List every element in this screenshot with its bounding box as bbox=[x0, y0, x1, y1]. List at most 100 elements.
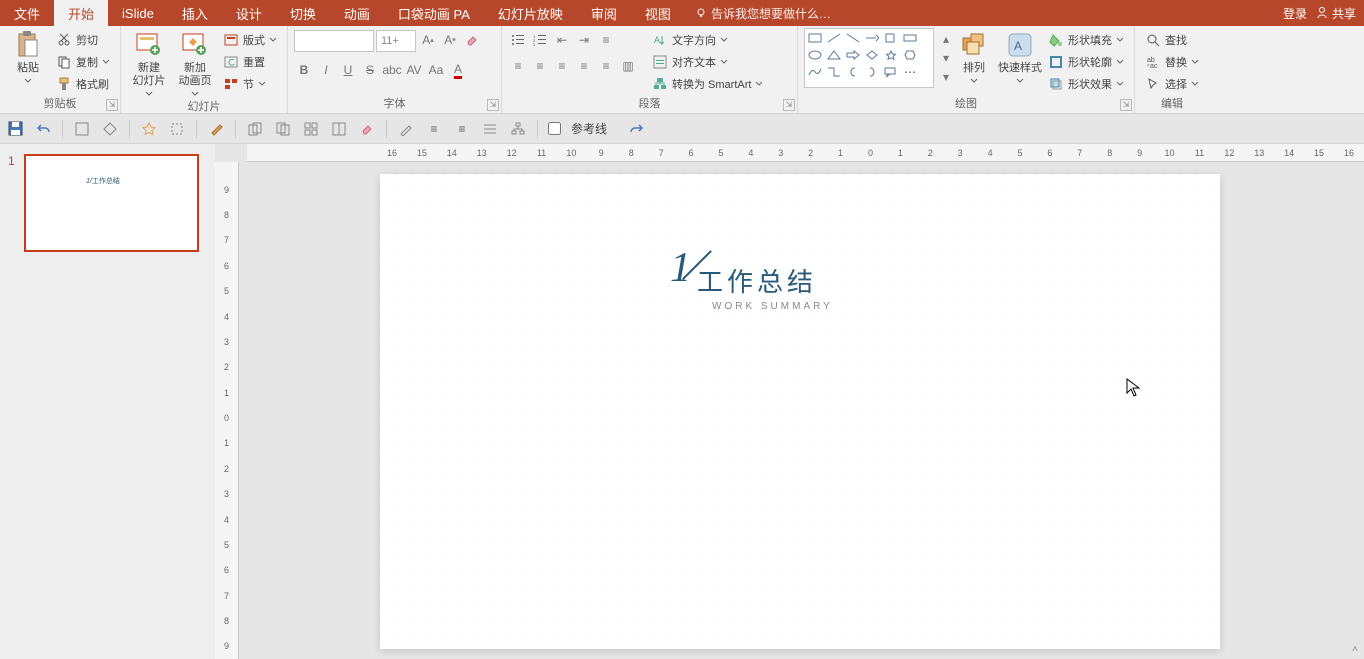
share-label: 共享 bbox=[1332, 5, 1356, 22]
qat-btn14[interactable] bbox=[509, 120, 527, 138]
format-painter-button[interactable]: 格式刷 bbox=[52, 74, 114, 94]
layout-button[interactable]: 版式 bbox=[219, 30, 281, 50]
guides-checkbox[interactable] bbox=[548, 122, 561, 135]
dialog-launcher[interactable]: ⇲ bbox=[487, 99, 499, 111]
thumb-preview-text: 1/工作总结 bbox=[86, 176, 120, 186]
slide-section-number: 1 bbox=[670, 244, 691, 292]
qat-btn4[interactable] bbox=[168, 120, 186, 138]
text-direction-button[interactable]: A文字方向 bbox=[648, 30, 767, 50]
shape-outline-button[interactable]: 形状轮廓 bbox=[1044, 52, 1128, 72]
login-link[interactable]: 登录 bbox=[1283, 5, 1307, 22]
tab-slideshow[interactable]: 幻灯片放映 bbox=[484, 0, 577, 26]
align-center-button[interactable]: ≡ bbox=[530, 56, 550, 76]
bold-button[interactable]: B bbox=[294, 60, 314, 80]
copy-button[interactable]: 复制 bbox=[52, 52, 114, 72]
dialog-launcher[interactable]: ⇲ bbox=[106, 99, 118, 111]
shapes-gallery[interactable]: ⋯ bbox=[804, 28, 934, 88]
decrease-indent-button[interactable]: ⇤ bbox=[552, 30, 572, 50]
smartart-button[interactable]: 转换为 SmartArt bbox=[648, 74, 767, 94]
tab-view[interactable]: 视图 bbox=[631, 0, 685, 26]
tab-islide[interactable]: iSlide bbox=[108, 0, 168, 26]
bullets-button[interactable] bbox=[508, 30, 528, 50]
tab-pocket[interactable]: 口袋动画 PA bbox=[384, 0, 484, 26]
thumb-number: 1 bbox=[8, 154, 18, 252]
qat-btn1[interactable] bbox=[73, 120, 91, 138]
change-case-button[interactable]: Aa bbox=[426, 60, 446, 80]
qat-btn9[interactable] bbox=[330, 120, 348, 138]
align-text-button[interactable]: 对齐文本 bbox=[648, 52, 767, 72]
decrease-font-button[interactable]: A▾ bbox=[440, 30, 460, 50]
clear-format-button[interactable] bbox=[462, 30, 482, 50]
tab-transition[interactable]: 切换 bbox=[276, 0, 330, 26]
tab-review[interactable]: 审阅 bbox=[577, 0, 631, 26]
tab-file[interactable]: 文件 bbox=[0, 0, 54, 26]
justify-button[interactable]: ≡ bbox=[574, 56, 594, 76]
numbering-button[interactable]: 123 bbox=[530, 30, 550, 50]
qat-btn11[interactable] bbox=[397, 120, 415, 138]
select-button[interactable]: 选择 bbox=[1141, 74, 1203, 94]
italic-button[interactable]: I bbox=[316, 60, 336, 80]
find-button[interactable]: 查找 bbox=[1141, 30, 1203, 50]
qat-btn10[interactable] bbox=[358, 120, 376, 138]
ruler-tick: 3 bbox=[766, 148, 796, 158]
ruler-tick: 6 bbox=[676, 148, 706, 158]
qat-btn12b[interactable]: ≡ bbox=[453, 120, 471, 138]
char-spacing-button[interactable]: AV bbox=[404, 60, 424, 80]
cut-label: 剪切 bbox=[76, 32, 98, 48]
replace-button[interactable]: abac替换 bbox=[1141, 52, 1203, 72]
increase-indent-button[interactable]: ⇥ bbox=[574, 30, 594, 50]
qat-btn13[interactable] bbox=[481, 120, 499, 138]
qat-btn8[interactable] bbox=[302, 120, 320, 138]
strike-button[interactable]: S bbox=[360, 60, 380, 80]
add-anim-page-button[interactable]: 新加 动画页 bbox=[173, 28, 217, 98]
cut-button[interactable]: 剪切 bbox=[52, 30, 114, 50]
align-left-button[interactable]: ≡ bbox=[508, 56, 528, 76]
shape-oval-icon bbox=[807, 48, 823, 62]
paste-label: 粘贴 bbox=[17, 62, 39, 75]
new-slide-label: 新建 幻灯片 bbox=[133, 62, 166, 88]
ruler-tick: 3 bbox=[224, 329, 229, 354]
reset-button[interactable]: 重置 bbox=[219, 52, 281, 72]
distribute-button[interactable]: ≡ bbox=[596, 56, 616, 76]
font-size-combo[interactable]: 11+ bbox=[376, 30, 416, 52]
qat-btn3[interactable] bbox=[140, 120, 158, 138]
effects-icon bbox=[1049, 77, 1063, 91]
slide-title-text: 工作总结 bbox=[697, 262, 817, 299]
qat-btn6[interactable] bbox=[246, 120, 264, 138]
qat-btn5[interactable] bbox=[207, 120, 225, 138]
shape-fill-button[interactable]: 形状填充 bbox=[1044, 30, 1128, 50]
save-button[interactable] bbox=[6, 120, 24, 138]
font-color-button[interactable]: A bbox=[448, 60, 468, 80]
increase-font-button[interactable]: A▴ bbox=[418, 30, 438, 50]
shadow-button[interactable]: abc bbox=[382, 60, 402, 80]
tab-design[interactable]: 设计 bbox=[222, 0, 276, 26]
slide-thumbnail-1[interactable]: 1/工作总结 bbox=[24, 154, 199, 252]
align-right-button[interactable]: ≡ bbox=[552, 56, 572, 76]
arrange-button[interactable]: 排列 bbox=[952, 28, 996, 85]
dialog-launcher[interactable]: ⇲ bbox=[783, 99, 795, 111]
qat-btn7[interactable] bbox=[274, 120, 292, 138]
quick-styles-button[interactable]: A 快速样式 bbox=[998, 28, 1042, 85]
tell-me-text: 告诉我您想要做什么… bbox=[711, 5, 831, 22]
shape-effects-button[interactable]: 形状效果 bbox=[1044, 74, 1128, 94]
section-button[interactable]: 节 bbox=[219, 74, 281, 94]
dialog-launcher[interactable]: ⇲ bbox=[1120, 99, 1132, 111]
qat-btn12[interactable]: ≡ bbox=[425, 120, 443, 138]
align-text-icon bbox=[653, 55, 667, 69]
chevron-down-icon bbox=[970, 77, 978, 85]
font-name-combo[interactable] bbox=[294, 30, 374, 52]
underline-button[interactable]: U bbox=[338, 60, 358, 80]
redo-button[interactable] bbox=[627, 120, 645, 138]
paste-button[interactable]: 粘贴 bbox=[6, 28, 50, 85]
new-slide-button[interactable]: 新建 幻灯片 bbox=[127, 28, 171, 98]
tab-insert[interactable]: 插入 bbox=[168, 0, 222, 26]
undo-button[interactable] bbox=[34, 120, 52, 138]
line-spacing-button[interactable]: ≡ bbox=[596, 30, 616, 50]
tab-animation[interactable]: 动画 bbox=[330, 0, 384, 26]
share-button[interactable]: 共享 bbox=[1315, 5, 1356, 22]
tab-home[interactable]: 开始 bbox=[54, 0, 108, 26]
qat-btn2[interactable] bbox=[101, 120, 119, 138]
tell-me[interactable]: 告诉我您想要做什么… bbox=[685, 0, 841, 26]
slide-canvas[interactable]: 1 工作总结 WORK SUMMARY bbox=[380, 174, 1220, 649]
columns-button[interactable]: ▥ bbox=[618, 56, 638, 76]
